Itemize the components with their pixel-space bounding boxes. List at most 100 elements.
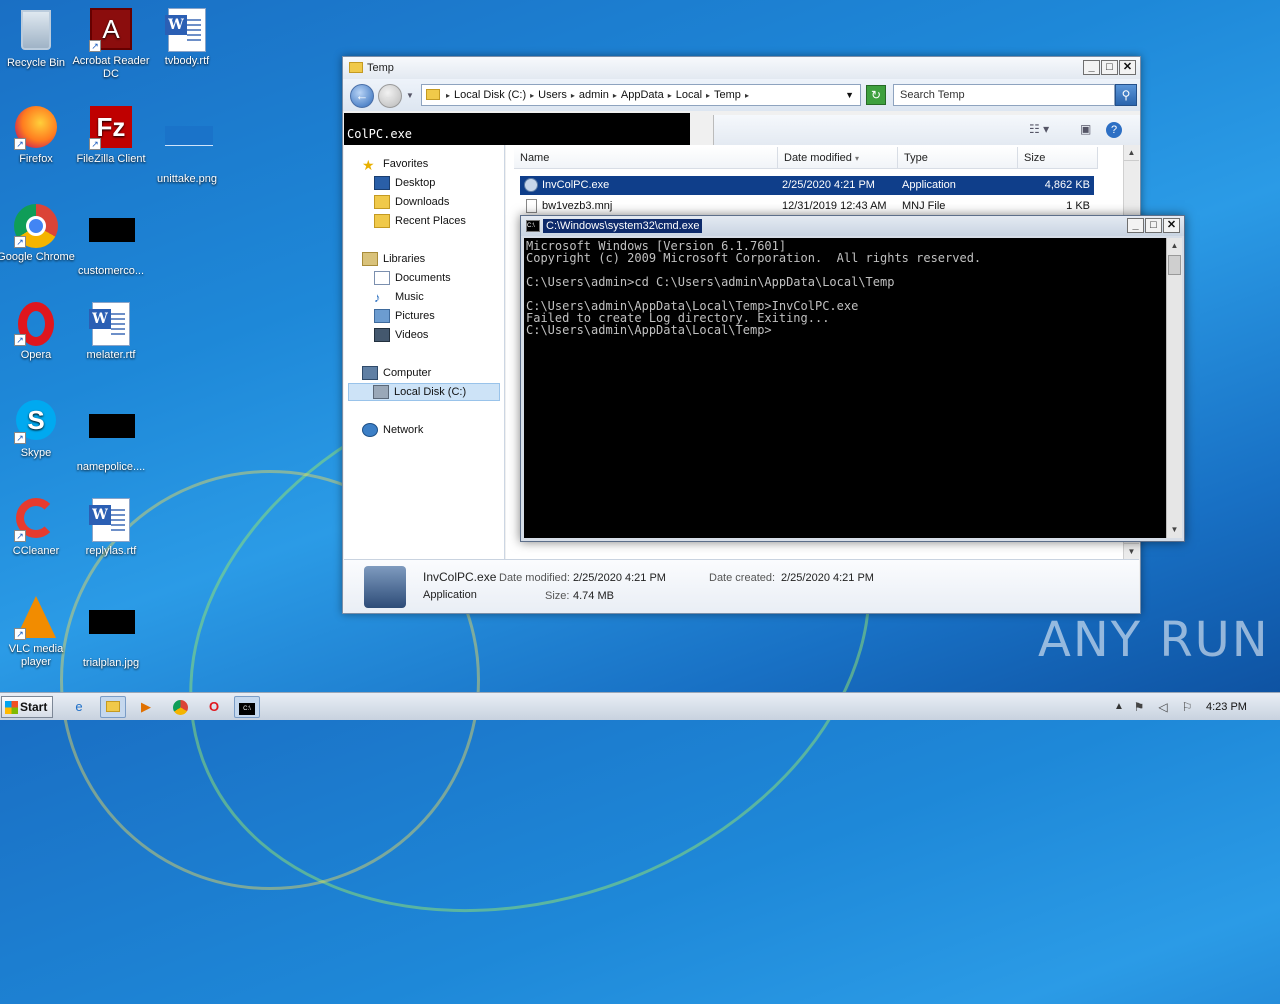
network-icon xyxy=(362,423,378,437)
nav-computer[interactable]: Computer xyxy=(362,364,437,382)
computer-icon xyxy=(362,366,378,380)
details-created: 2/25/2020 4:21 PM xyxy=(781,572,874,584)
recent-places-icon xyxy=(374,214,390,228)
column-header-date[interactable]: Date modified ▾ xyxy=(778,147,898,169)
desktop-icon-unittake[interactable]: unittake.png xyxy=(147,106,227,186)
console-line: Copyright (c) 2009 Microsoft Corporation… xyxy=(526,251,982,265)
desktop-icon-customerco[interactable]: customerco... xyxy=(71,204,151,278)
desktop-icon-label: FileZilla Client xyxy=(76,153,146,165)
action-center-icon[interactable]: ⚑ xyxy=(1126,696,1152,718)
column-header-size[interactable]: Size xyxy=(1018,147,1098,169)
windows-logo-icon xyxy=(5,701,18,714)
cmd-taskbar-icon[interactable]: C:\ xyxy=(234,696,260,718)
scroll-thumb[interactable] xyxy=(1168,255,1181,275)
nav-music[interactable]: ♪ Music xyxy=(374,288,430,306)
explorer-titlebar[interactable]: Temp _ □ ✕ xyxy=(343,57,1140,79)
chrome-icon: ↗ xyxy=(14,204,58,248)
nav-recent-places[interactable]: Recent Places xyxy=(374,212,472,230)
close-button[interactable]: ✕ xyxy=(1163,218,1180,233)
breadcrumb-item[interactable]: Local xyxy=(676,89,702,101)
scroll-down-icon[interactable]: ▼ xyxy=(1124,543,1139,559)
cmd-scrollbar[interactable]: ▲ ▼ xyxy=(1166,238,1182,538)
ccleaner-icon: ↗ xyxy=(14,498,58,542)
vlc-icon: ↗ xyxy=(14,596,58,640)
file-icon xyxy=(526,199,537,213)
table-row[interactable]: InvColPC.exe 2/25/2020 4:21 PM Applicati… xyxy=(520,176,1094,195)
column-header-name[interactable]: Name xyxy=(514,147,778,169)
network-tray-icon[interactable]: ⚐ xyxy=(1174,696,1200,718)
application-icon xyxy=(524,178,538,192)
search-icon[interactable]: ⚲ xyxy=(1115,84,1137,106)
start-button[interactable]: Start xyxy=(1,696,53,718)
nav-libraries[interactable]: Libraries xyxy=(362,250,431,268)
address-input[interactable]: ▸ Local Disk (C:) ▸ Users ▸ admin ▸ AppData… xyxy=(421,84,861,106)
chrome-taskbar-icon[interactable] xyxy=(167,696,193,718)
scroll-up-icon[interactable]: ▲ xyxy=(1124,145,1139,161)
desktop-icon-replylas[interactable]: W replylas.rtf xyxy=(71,498,151,558)
scroll-up-icon[interactable]: ▲ xyxy=(1167,238,1182,254)
opera-icon: ↗ xyxy=(14,302,58,346)
desktop-icon-firefox[interactable]: ↗ Firefox xyxy=(0,106,76,166)
desktop-icon-namepolice[interactable]: namepolice.... xyxy=(71,400,151,474)
details-filename: InvColPC.exe xyxy=(423,570,497,584)
desktop-icon-trialplan[interactable]: trialplan.jpg xyxy=(71,596,151,670)
cmd-peek-text: ColPC.exe xyxy=(344,113,690,145)
nav-favorites[interactable]: ★ Favorites xyxy=(362,155,434,173)
nav-documents[interactable]: Documents xyxy=(374,269,457,287)
pictures-icon xyxy=(374,309,390,323)
desktop-icon-tvbody[interactable]: W tvbody.rtf xyxy=(147,8,227,68)
desktop-icon-acrobat[interactable]: A ↗ Acrobat Reader DC xyxy=(71,8,151,81)
maximize-button[interactable]: □ xyxy=(1101,60,1118,75)
nav-downloads[interactable]: Downloads xyxy=(374,193,455,211)
cmd-titlebar[interactable]: C:\ C:\Windows\system32\cmd.exe _ □ ✕ xyxy=(521,216,1184,236)
table-row[interactable]: bw1vezb3.mnj 12/31/2019 12:43 AM MNJ Fil… xyxy=(520,197,1094,216)
details-size: 4.74 MB xyxy=(573,590,614,602)
firefox-icon: ↗ xyxy=(14,106,58,150)
breadcrumb-item[interactable]: Local Disk (C:) xyxy=(454,89,526,101)
preview-pane-icon[interactable]: ▣ xyxy=(1080,122,1091,136)
anyrun-watermark: ANY RUN xyxy=(1038,612,1270,668)
ie-icon[interactable]: e xyxy=(66,696,92,718)
desktop-icon-melater[interactable]: W melater.rtf xyxy=(71,302,151,362)
desktop-icon-recycle-bin[interactable]: Recycle Bin xyxy=(0,8,76,70)
clock[interactable]: 4:23 PM xyxy=(1206,701,1247,713)
help-icon[interactable]: ? xyxy=(1106,122,1122,138)
recent-pages-dropdown[interactable]: ▼ xyxy=(406,91,414,100)
taskbar: Start e ▶ O C:\ ▲ ⚑ ◁ ⚐ 4:23 PM xyxy=(0,692,1280,720)
search-input[interactable]: Search Temp xyxy=(893,84,1115,106)
desktop-icon-vlc[interactable]: ↗ VLC media player xyxy=(0,596,76,669)
opera-taskbar-icon[interactable]: O xyxy=(201,696,227,718)
view-options-icon[interactable]: ☷ ▾ xyxy=(1029,122,1049,136)
close-button[interactable]: ✕ xyxy=(1119,60,1136,75)
forward-button[interactable]: → xyxy=(378,84,402,108)
desktop-icon-skype[interactable]: S ↗ Skype xyxy=(0,400,76,460)
desktop-icon-opera[interactable]: ↗ Opera xyxy=(0,302,76,362)
breadcrumb-item[interactable]: Users xyxy=(538,89,567,101)
back-button[interactable]: ← xyxy=(350,84,374,108)
nav-pictures[interactable]: Pictures xyxy=(374,307,441,325)
navigation-pane: ★ Favorites Desktop Downloads Recent Plac… xyxy=(344,145,505,559)
maximize-button[interactable]: □ xyxy=(1145,218,1162,233)
nav-local-disk[interactable]: Local Disk (C:) xyxy=(348,383,500,401)
refresh-button[interactable]: ↻ xyxy=(866,85,886,105)
cmd-console[interactable]: Microsoft Windows [Version 6.1.7601] Copy… xyxy=(524,238,1166,538)
breadcrumb-item[interactable]: Temp xyxy=(714,89,741,101)
desktop-icon-filezilla[interactable]: Fz ↗ FileZilla Client xyxy=(71,106,151,166)
nav-network[interactable]: Network xyxy=(362,421,429,439)
breadcrumb-item[interactable]: AppData xyxy=(621,89,664,101)
column-header-type[interactable]: Type xyxy=(898,147,1018,169)
desktop-icon-ccleaner[interactable]: ↗ CCleaner xyxy=(0,498,76,558)
desktop-icon-chrome[interactable]: ↗ Google Chrome xyxy=(0,204,76,264)
nav-desktop[interactable]: Desktop xyxy=(374,174,441,192)
nav-videos[interactable]: Videos xyxy=(374,326,434,344)
desktop-icon-label: Acrobat Reader DC xyxy=(72,55,150,80)
minimize-button[interactable]: _ xyxy=(1083,60,1100,75)
breadcrumb-item[interactable]: admin xyxy=(579,89,609,101)
scroll-down-icon[interactable]: ▼ xyxy=(1167,522,1182,538)
volume-icon[interactable]: ◁ xyxy=(1150,696,1176,718)
folder-icon xyxy=(349,62,363,73)
explorer-taskbar-icon[interactable] xyxy=(100,696,126,718)
media-player-icon[interactable]: ▶ xyxy=(133,696,159,718)
address-dropdown[interactable]: ▼ xyxy=(845,90,854,100)
minimize-button[interactable]: _ xyxy=(1127,218,1144,233)
